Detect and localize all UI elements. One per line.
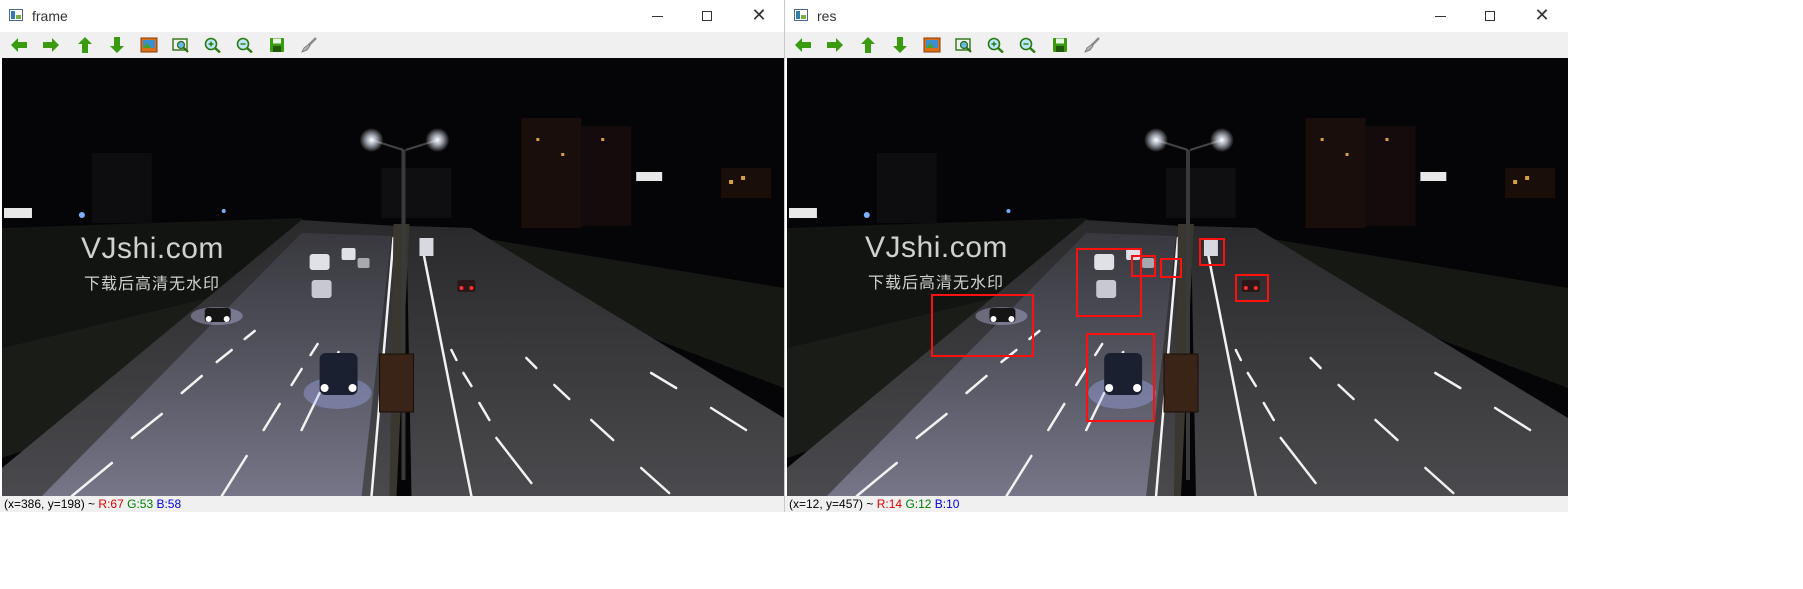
zoom-out-icon[interactable] xyxy=(1018,36,1038,54)
video-frame-view[interactable]: VJshi.com 下载后高清无水印 xyxy=(787,58,1568,496)
arrow-right-icon[interactable] xyxy=(825,36,845,54)
watermark-subtext: 下载后高清无水印 xyxy=(868,275,1005,292)
zoom-out-icon[interactable] xyxy=(235,36,255,54)
maximize-button[interactable] xyxy=(685,0,729,32)
res-window: res ✕ VJshi.com 下载后高清无水印 (x=12, y=457) ~… xyxy=(785,0,1568,512)
floppy-save-icon[interactable] xyxy=(267,36,287,54)
arrow-right-icon[interactable] xyxy=(41,36,61,54)
video-frame-view[interactable]: VJshi.com 下载后高清无水印 xyxy=(2,58,784,496)
minimize-button[interactable] xyxy=(1418,0,1462,32)
watermark-subtext: 下载后高清无水印 xyxy=(84,276,221,293)
close-button[interactable]: ✕ xyxy=(737,0,781,32)
watermark-text: VJshi.com xyxy=(865,231,1008,264)
arrow-down-icon[interactable] xyxy=(890,36,910,54)
floppy-save-icon[interactable] xyxy=(1050,36,1070,54)
toolbar xyxy=(0,32,784,58)
window-title: frame xyxy=(32,8,68,24)
detection-box xyxy=(1131,255,1156,277)
status-red-value: R:67 xyxy=(98,497,124,511)
status-bar: (x=386, y=198) ~ R:67 G:53 B:58 xyxy=(0,496,784,512)
save-image-icon[interactable] xyxy=(922,36,942,54)
app-icon xyxy=(794,9,808,21)
minimize-button[interactable] xyxy=(635,0,679,32)
detection-box xyxy=(1235,274,1269,302)
status-red-value: R:14 xyxy=(876,497,903,511)
brush-properties-icon[interactable] xyxy=(299,36,319,54)
watermark-text: VJshi.com xyxy=(81,232,224,265)
toolbar xyxy=(785,32,1568,58)
zoom-fit-icon[interactable] xyxy=(954,36,974,54)
status-blue-value: B:10 xyxy=(934,497,960,511)
status-green-value: G:53 xyxy=(127,497,154,511)
status-coords: (x=386, y=198) ~ xyxy=(4,497,96,511)
frame-window: frame ✕ VJshi.com 下载后高清无水印 (x=386, y=198… xyxy=(0,0,785,512)
status-coords: (x=12, y=457) ~ xyxy=(789,497,874,511)
title-bar[interactable]: res ✕ xyxy=(785,0,1568,32)
arrow-up-icon[interactable] xyxy=(75,36,95,54)
detection-box xyxy=(1086,333,1155,422)
arrow-left-icon[interactable] xyxy=(9,36,29,54)
detection-box xyxy=(1160,258,1182,278)
status-green-value: G:12 xyxy=(905,497,932,511)
status-blue-value: B:58 xyxy=(156,497,182,511)
zoom-in-icon[interactable] xyxy=(986,36,1006,54)
arrow-down-icon[interactable] xyxy=(107,36,127,54)
status-bar: (x=12, y=457) ~ R:14 G:12 B:10 xyxy=(785,496,1568,512)
app-icon xyxy=(9,9,23,21)
detection-box xyxy=(931,294,1034,357)
zoom-fit-icon[interactable] xyxy=(171,36,191,54)
arrow-left-icon[interactable] xyxy=(793,36,813,54)
maximize-button[interactable] xyxy=(1468,0,1512,32)
arrow-up-icon[interactable] xyxy=(858,36,878,54)
close-button[interactable]: ✕ xyxy=(1520,0,1564,32)
brush-properties-icon[interactable] xyxy=(1082,36,1102,54)
zoom-in-icon[interactable] xyxy=(203,36,223,54)
detection-box xyxy=(1199,238,1225,266)
title-bar[interactable]: frame ✕ xyxy=(0,0,784,32)
window-title: res xyxy=(817,8,837,24)
save-image-icon[interactable] xyxy=(139,36,159,54)
